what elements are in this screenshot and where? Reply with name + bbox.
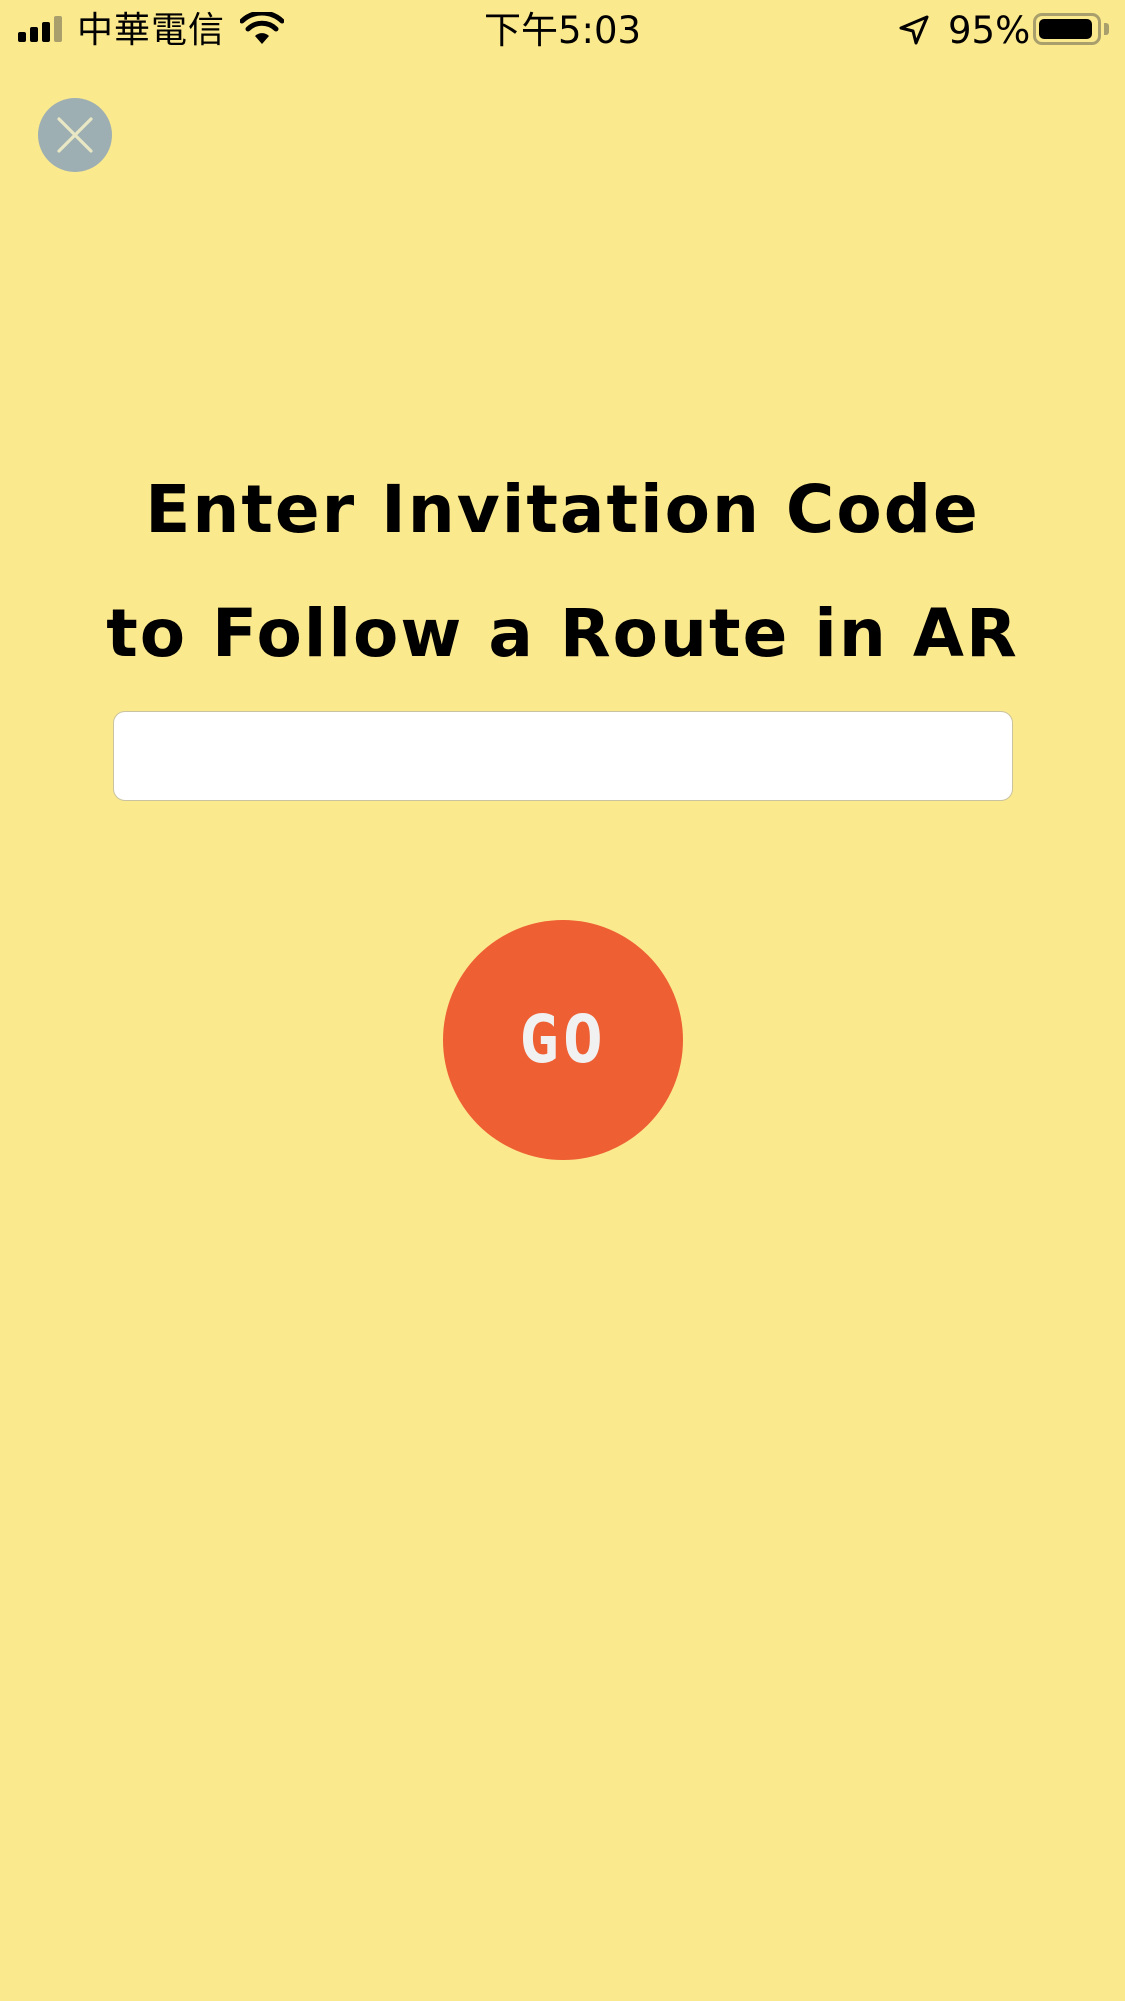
battery-percent: 95% <box>948 9 1031 52</box>
invitation-code-input[interactable] <box>113 711 1013 801</box>
go-button-label: GO <box>519 1001 607 1078</box>
page-title: Enter Invitation Code to Follow a Route … <box>0 448 1125 696</box>
title-line-2: to Follow a Route in AR <box>106 595 1019 672</box>
battery-icon <box>1033 13 1101 45</box>
go-button[interactable]: GO <box>443 920 683 1160</box>
battery-tip <box>1104 23 1109 35</box>
close-icon <box>57 117 93 153</box>
invitation-code-screen: 中華電信 下午5:03 95% Enter Invitation Code to… <box>0 0 1125 2001</box>
battery-fill <box>1039 19 1092 39</box>
title-line-1: Enter Invitation Code <box>145 471 980 548</box>
location-arrow-icon <box>899 15 929 45</box>
close-button[interactable] <box>38 98 112 172</box>
status-bar: 中華電信 下午5:03 95% <box>0 0 1125 62</box>
